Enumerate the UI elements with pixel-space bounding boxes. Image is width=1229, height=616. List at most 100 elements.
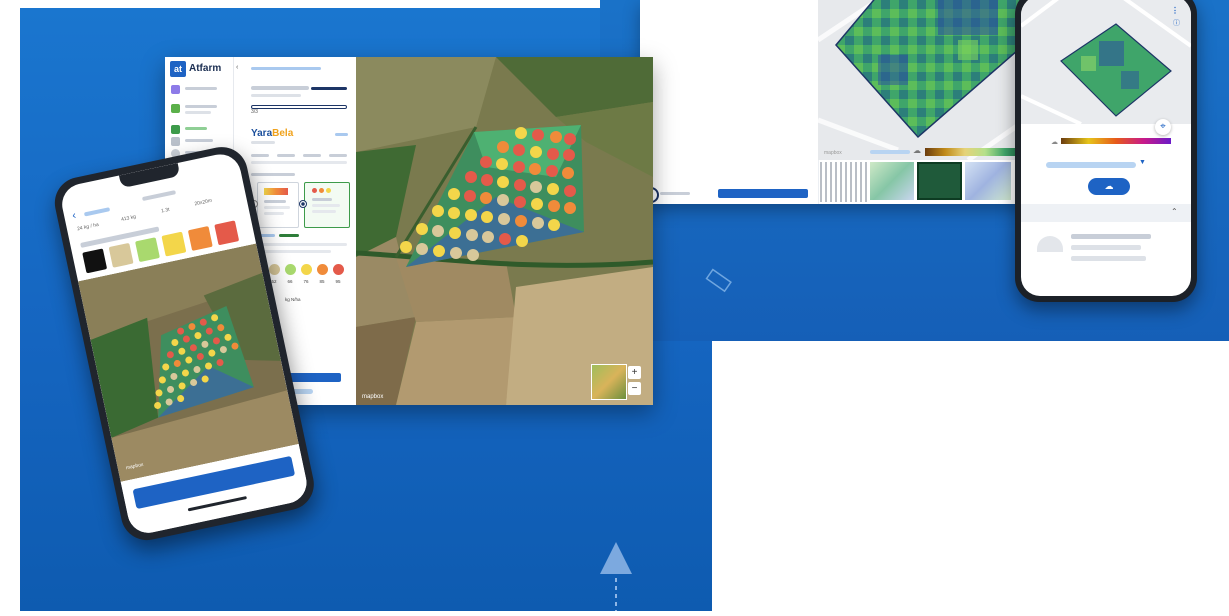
breadcrumb[interactable] (251, 67, 321, 70)
legend-value: 95 (335, 279, 341, 284)
map-attribution: mapbox (362, 394, 384, 400)
option-radio-selected[interactable] (299, 200, 307, 208)
layer-preview-thumb[interactable] (591, 364, 627, 400)
heatmap-field-small (1021, 0, 1191, 126)
phone-right: ⋮ ⓘ ⌖ ☁ ▼ ☁ ⌃ (1015, 0, 1197, 302)
chart-icon[interactable] (171, 137, 180, 146)
rate-dots-layer (400, 127, 576, 261)
text-line (1071, 245, 1141, 250)
legend-dot-3 (301, 264, 312, 275)
swatch-5[interactable] (214, 220, 240, 246)
sidebar-label (185, 127, 207, 130)
phone-color-scale (1061, 138, 1171, 144)
chevron-down-icon[interactable]: ▼ (1139, 159, 1146, 166)
chevron-up-icon[interactable]: ⌃ (1171, 207, 1178, 216)
cloud-toggle-button[interactable]: ☁ (1088, 178, 1130, 195)
desktop-window-right: mapbox ☁ (640, 0, 1040, 204)
option-preview (264, 188, 288, 195)
stat-value: 413 kg (120, 213, 137, 223)
sidebar-label (185, 87, 217, 90)
column-header (277, 154, 295, 157)
arrow-up-icon (596, 540, 636, 616)
date-label (870, 150, 910, 154)
satellite-map[interactable]: + − mapbox (356, 57, 653, 405)
color-scale (925, 148, 1025, 156)
sidebar-icon-plan[interactable] (171, 104, 180, 113)
column-header (251, 154, 269, 157)
layer-thumb-selected[interactable] (917, 162, 962, 200)
stat-value: 20x20m (193, 197, 213, 208)
brand-badge (335, 133, 348, 136)
phone-right-screen: ⋮ ⓘ ⌖ ☁ ▼ ☁ ⌃ (1021, 0, 1191, 296)
cloud-icon: ☁ (913, 146, 921, 155)
option-desc (264, 206, 290, 209)
swatch-1[interactable] (108, 242, 134, 268)
panel-action-button[interactable] (718, 189, 808, 198)
layer-dropdown[interactable] (1046, 162, 1136, 168)
text-line (1071, 234, 1151, 239)
swatch-3[interactable] (161, 231, 187, 257)
desktop-panel (712, 0, 819, 204)
swatch-4[interactable] (187, 226, 213, 251)
more-vertical-icon[interactable]: ⋮ (1171, 6, 1179, 15)
legend-dot-4 (317, 264, 328, 275)
section-header (1021, 204, 1191, 222)
layer-strip (820, 162, 1040, 204)
swatch-0[interactable] (82, 248, 108, 274)
legend-value: 85 (319, 279, 325, 284)
chevron-left-icon[interactable]: ‹ (71, 209, 77, 222)
layer-thumb[interactable] (965, 162, 1011, 200)
brand-name-part1: Yara (251, 128, 273, 139)
stat-value: 1.3t (160, 206, 171, 215)
sidebar-label (185, 111, 211, 114)
phone-right-map[interactable]: ⋮ ⓘ ⌖ (1021, 0, 1191, 135)
column-header (303, 154, 321, 157)
toggle-indicator[interactable] (279, 234, 299, 237)
cloud-icon: ☁ (1051, 139, 1058, 146)
stat-value: 24 kg / ha (76, 221, 100, 233)
legend-dot-5 (333, 264, 344, 275)
text-line (1071, 256, 1146, 261)
chevron-left-icon[interactable]: ‹ (236, 64, 238, 71)
sidebar-icon-fields[interactable] (171, 85, 180, 94)
section-label (251, 173, 295, 176)
brand-name-part2: Bela (272, 128, 294, 139)
panel-subtitle (251, 94, 301, 97)
step-progress (251, 105, 347, 109)
layer-thumb[interactable] (870, 162, 914, 200)
panel-title-accent (311, 87, 347, 90)
option-desc (264, 212, 284, 215)
sidebar-label (185, 139, 213, 142)
option-desc (312, 204, 340, 207)
helper-text (251, 243, 347, 246)
heatmap-field (816, 0, 1040, 163)
phone-header-title (141, 190, 177, 202)
sidebar-label (185, 105, 217, 108)
swatch-2[interactable] (135, 237, 160, 263)
option-dot (326, 188, 331, 193)
brand-logo: YaraBela (251, 128, 293, 139)
info-icon[interactable]: ⓘ (1173, 18, 1180, 28)
farm-icon[interactable] (171, 125, 180, 134)
step-indicator: 3/3 (251, 109, 258, 115)
option-card-selected[interactable] (304, 182, 350, 228)
logo-name: Atfarm (189, 63, 222, 74)
phone-header-chip (83, 207, 111, 217)
avatar (1037, 236, 1063, 252)
brand-caption (251, 141, 275, 144)
zoom-out-button[interactable]: − (628, 382, 641, 395)
legend-unit: kg N/ha (285, 297, 301, 302)
panel-title (251, 86, 309, 90)
logo-mark: at (170, 61, 186, 77)
option-card[interactable] (257, 182, 299, 228)
option-dot (319, 188, 324, 193)
sidebar-label (660, 192, 690, 195)
column-header (329, 154, 347, 157)
option-dot (312, 188, 317, 193)
map-attribution: mapbox (824, 150, 842, 156)
tag-icon (705, 268, 735, 299)
locate-icon[interactable]: ⌖ (1155, 119, 1171, 135)
zoom-in-button[interactable]: + (628, 366, 641, 379)
desktop-map[interactable]: mapbox (816, 0, 1040, 163)
option-label (264, 200, 286, 203)
